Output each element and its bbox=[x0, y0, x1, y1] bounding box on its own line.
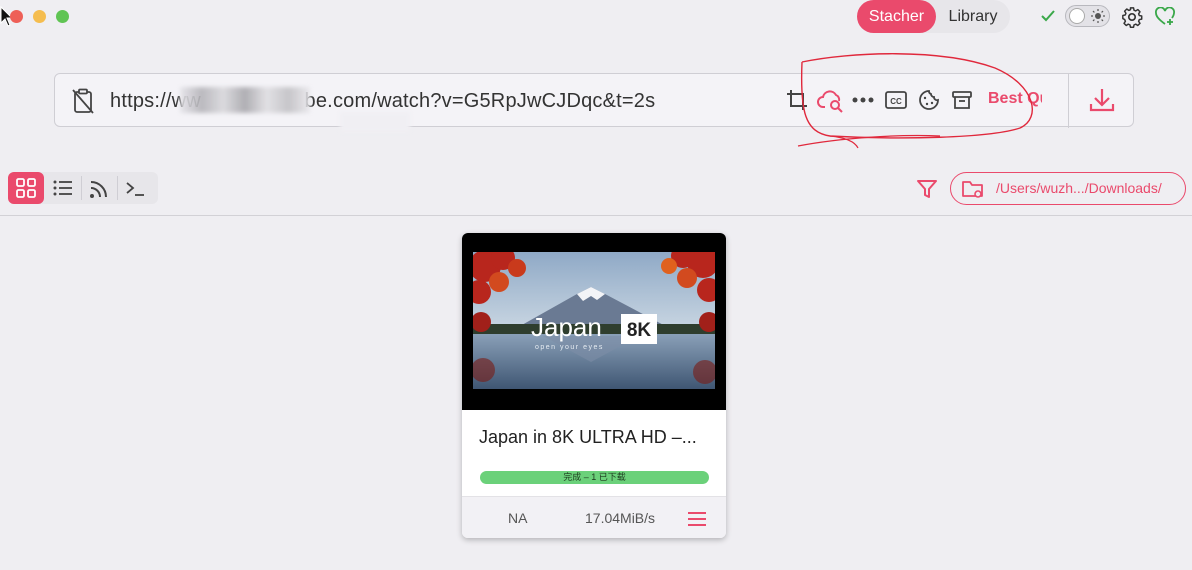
tab-stacher[interactable]: Stacher bbox=[857, 0, 936, 33]
file-size: NA bbox=[508, 510, 528, 526]
window-minimize-button[interactable] bbox=[33, 10, 46, 23]
toolbar-separator bbox=[117, 176, 118, 200]
video-title: Japan in 8K ULTRA HD –... bbox=[479, 427, 697, 447]
gear-icon[interactable] bbox=[1121, 6, 1143, 28]
tab-library[interactable]: Library bbox=[936, 0, 1010, 33]
clipboard-off-icon[interactable] bbox=[71, 88, 95, 114]
folder-gear-icon bbox=[962, 181, 983, 198]
rss-icon[interactable] bbox=[89, 179, 109, 199]
window-close-button[interactable] bbox=[10, 10, 23, 23]
card-footer: NA 17.04MiB/s bbox=[462, 496, 726, 538]
main-tabs: Stacher Library bbox=[857, 0, 1010, 33]
sun-icon bbox=[1091, 9, 1105, 23]
check-icon bbox=[1041, 10, 1055, 22]
menu-icon[interactable] bbox=[687, 511, 707, 527]
terminal-icon[interactable] bbox=[126, 181, 146, 197]
url-bar-divider bbox=[1068, 74, 1069, 128]
download-icon[interactable] bbox=[1089, 87, 1115, 113]
redacted-area bbox=[340, 112, 410, 132]
download-card[interactable]: Japan 8K open your eyes Japan in 8K ULTR… bbox=[462, 233, 726, 538]
progress-bar: 完成 – 1 已下载 bbox=[480, 471, 709, 484]
annotation-scribble bbox=[797, 53, 1033, 149]
grid-view-icon[interactable] bbox=[16, 178, 36, 198]
thumbnail-subtitle: open your eyes bbox=[535, 344, 604, 351]
download-speed: 17.04MiB/s bbox=[585, 510, 656, 526]
filter-icon[interactable] bbox=[916, 178, 938, 200]
download-path: /Users/wuzh.../Downloads/ bbox=[996, 180, 1162, 196]
video-thumbnail: Japan 8K open your eyes bbox=[462, 233, 726, 410]
redacted-area bbox=[180, 87, 310, 113]
section-divider bbox=[0, 215, 1192, 216]
toggle-knob bbox=[1069, 8, 1085, 24]
list-view-icon[interactable] bbox=[53, 180, 73, 196]
thumbnail-image: Japan 8K open your eyes bbox=[473, 252, 715, 389]
window-zoom-button[interactable] bbox=[56, 10, 69, 23]
theme-toggle[interactable] bbox=[1065, 5, 1110, 27]
heart-plus-icon[interactable] bbox=[1155, 7, 1175, 27]
thumbnail-title: Japan bbox=[531, 312, 602, 342]
toolbar-separator bbox=[81, 176, 82, 200]
progress-status: 完成 – 1 已下载 bbox=[563, 472, 626, 482]
thumbnail-badge: 8K bbox=[627, 320, 652, 341]
